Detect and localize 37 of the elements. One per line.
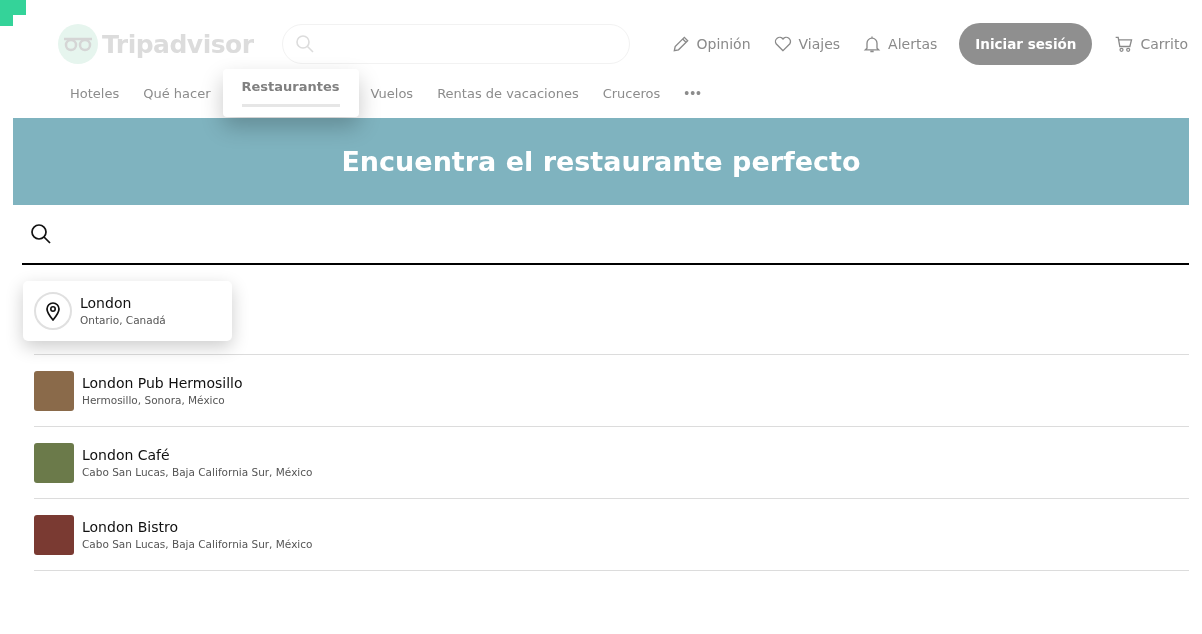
nav-tab[interactable]: Vuelos [358,78,426,108]
search-result[interactable]: London Bistro Cabo San Lucas, Baja California Sur, México [34,514,313,555]
search-result[interactable]: London Ontario, Canadá [23,280,232,341]
result-name: London [80,295,133,311]
more-button[interactable]: ••• [672,85,714,101]
result-name: London Café [82,447,171,463]
result-location: Hermosillo, Sonora, México [82,394,226,406]
search-icon [30,223,52,245]
search-icon [294,34,315,54]
photo-placeholder [34,514,74,555]
cart-link[interactable]: Carrito [1114,34,1188,54]
search-result[interactable]: London Café Cabo San Lucas, Baja California Sur, México [34,442,313,483]
hero-title: Encuentra el restaurante perfecto [341,146,861,177]
location-pin-icon [34,291,72,330]
photo-placeholder [34,370,74,411]
result-location: Ontario, Canadá [80,314,166,326]
nav-tab[interactable]: Qué hacer [131,78,223,108]
owl-icon [58,24,98,64]
photo-placeholder [34,442,74,483]
sign-in-button[interactable]: Iniciar sesión [959,23,1093,65]
bell-icon [862,34,883,54]
result-location: Cabo San Lucas, Baja California Sur, México [82,538,313,550]
review-link[interactable]: Opinión [670,34,751,54]
result-name: London Pub Hermosillo [82,375,243,391]
corner-decoration [0,0,26,26]
pencil-icon [670,34,691,54]
result-location: Cabo San Lucas, Baja California Sur, México [82,466,313,478]
nav-tab[interactable]: Hoteles [58,78,132,108]
alerts-link[interactable]: Alertas [862,34,938,54]
heart-icon [772,34,793,54]
search-result[interactable]: London Pub Hermosillo Hermosillo, Sonora, México [34,370,243,411]
result-name: London Bistro [82,519,180,535]
nav-tab[interactable]: Cruceros [590,78,673,108]
trips-link[interactable]: Viajes [772,34,841,54]
nav-tab[interactable]: Restaurantes [222,69,359,117]
cart-icon [1114,34,1135,54]
nav-tab[interactable]: Rentas de vacaciones [425,78,591,108]
